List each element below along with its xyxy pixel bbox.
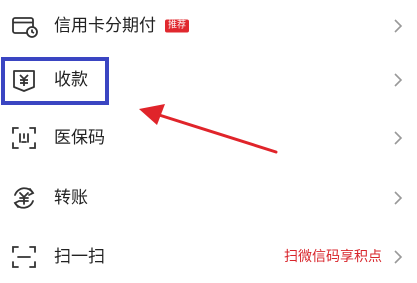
menu-item-label: 信用卡分期付 xyxy=(54,16,156,36)
chevron-right-icon xyxy=(393,249,403,265)
menu-item-label: 扫一扫 xyxy=(54,247,105,267)
menu-item-transfer[interactable]: 转账 xyxy=(0,172,417,224)
menu-item-scan[interactable]: 扫一扫 扫微信码享积点 xyxy=(0,231,417,283)
menu-item-receive-money[interactable]: 收款 xyxy=(0,54,417,106)
recommend-badge: 推荐 xyxy=(165,19,190,33)
menu-item-label: 转账 xyxy=(54,188,88,208)
menu-item-credit-installment[interactable]: 信用卡分期付 推荐 xyxy=(0,0,417,52)
menu-item-label: 医保码 xyxy=(54,128,105,148)
scan-frame-icon xyxy=(9,123,39,153)
yuan-transfer-icon xyxy=(9,183,39,213)
menu-list: 信用卡分期付 推荐 收款 医保码 转账 扫一扫 扫微信码享积点 xyxy=(0,0,417,283)
menu-item-medical-code[interactable]: 医保码 xyxy=(0,112,417,164)
scan-icon xyxy=(9,242,39,272)
menu-item-label: 收款 xyxy=(54,70,88,90)
yuan-receipt-icon xyxy=(9,65,39,95)
credit-card-clock-icon xyxy=(9,11,39,41)
chevron-right-icon xyxy=(393,72,403,88)
points-promo-text[interactable]: 扫微信码享积点 xyxy=(284,248,382,266)
chevron-right-icon xyxy=(393,18,403,34)
chevron-right-icon xyxy=(393,130,403,146)
chevron-right-icon xyxy=(393,190,403,206)
